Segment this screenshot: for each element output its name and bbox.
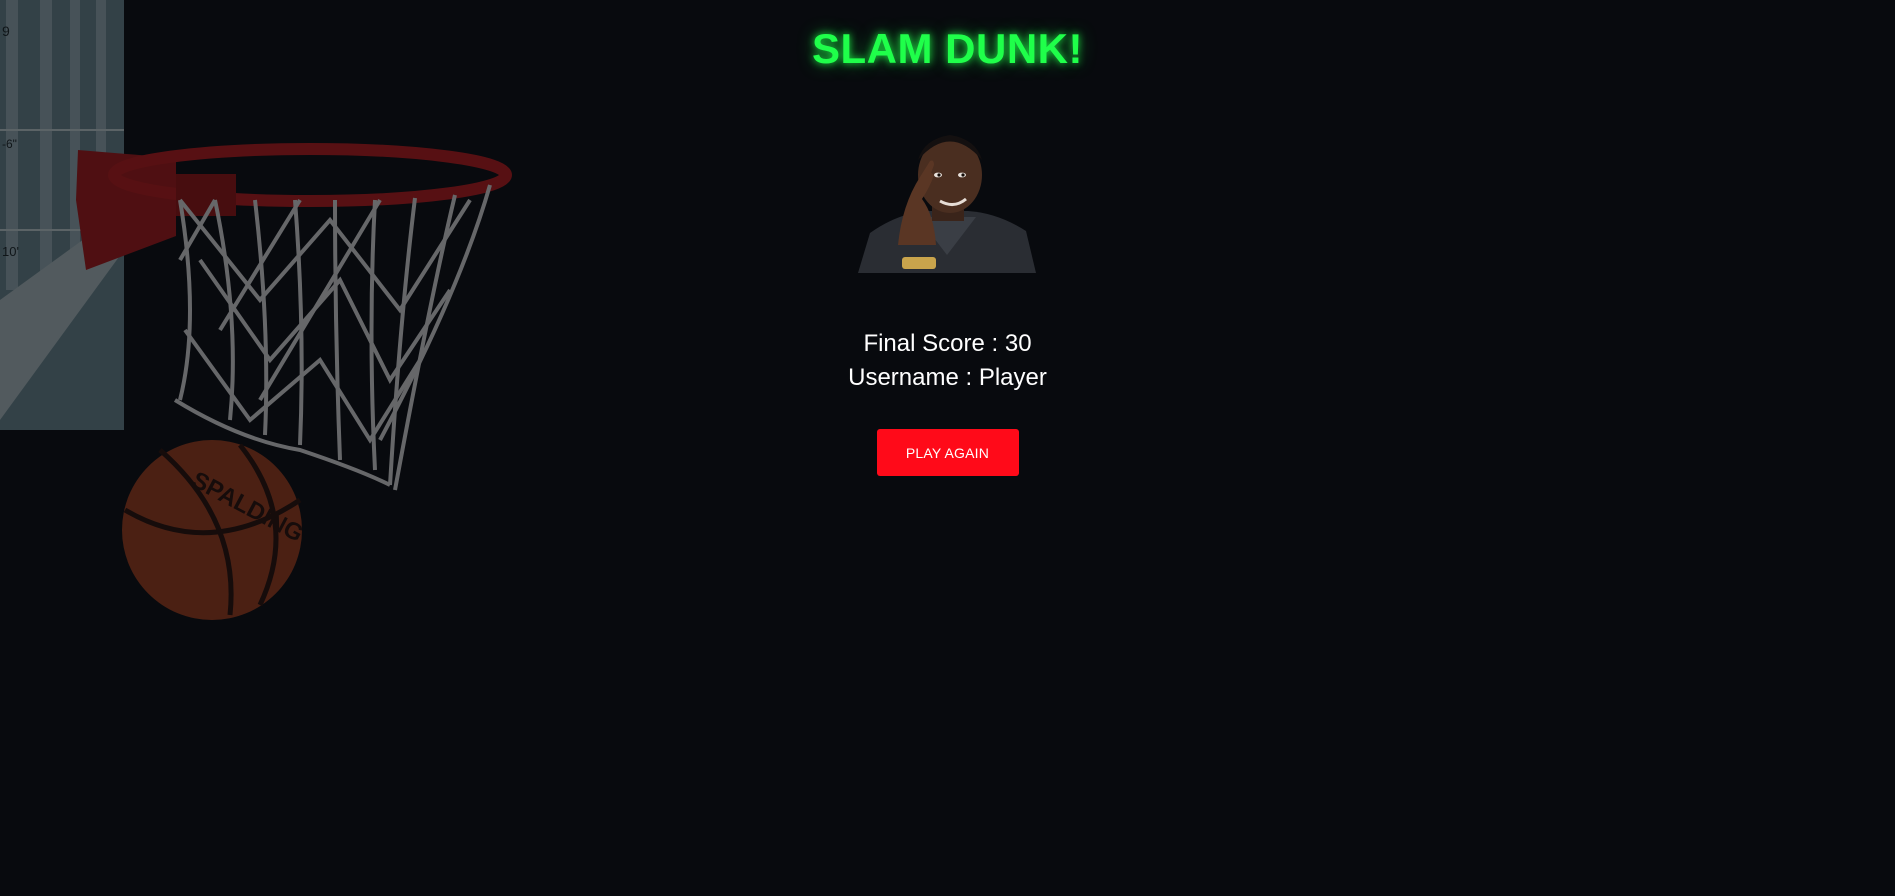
score-summary: Final Score : 30 Username : Player (848, 327, 1047, 395)
username-separator: : (958, 364, 979, 391)
play-again-button[interactable]: PLAY AGAIN (876, 429, 1019, 476)
game-over-screen: 9 -6" 10' SPALDING SLAM DUNK! Final Scor… (0, 0, 1895, 896)
thinking-man-avatar (857, 125, 1036, 273)
final-score-label: Final Score (863, 330, 985, 357)
username-label: Username (848, 364, 959, 391)
final-score: Final Score : 30 (848, 327, 1047, 361)
username: Username : Player (848, 361, 1047, 395)
result-panel: SLAM DUNK! Final Score: 30 Username: P… (0, 0, 1895, 476)
score-separator: : (984, 330, 1005, 357)
game-title: SLAM DUNK! (812, 25, 1083, 72)
username-value: Player (978, 364, 1047, 391)
final-score-value: 30 (1004, 330, 1032, 357)
